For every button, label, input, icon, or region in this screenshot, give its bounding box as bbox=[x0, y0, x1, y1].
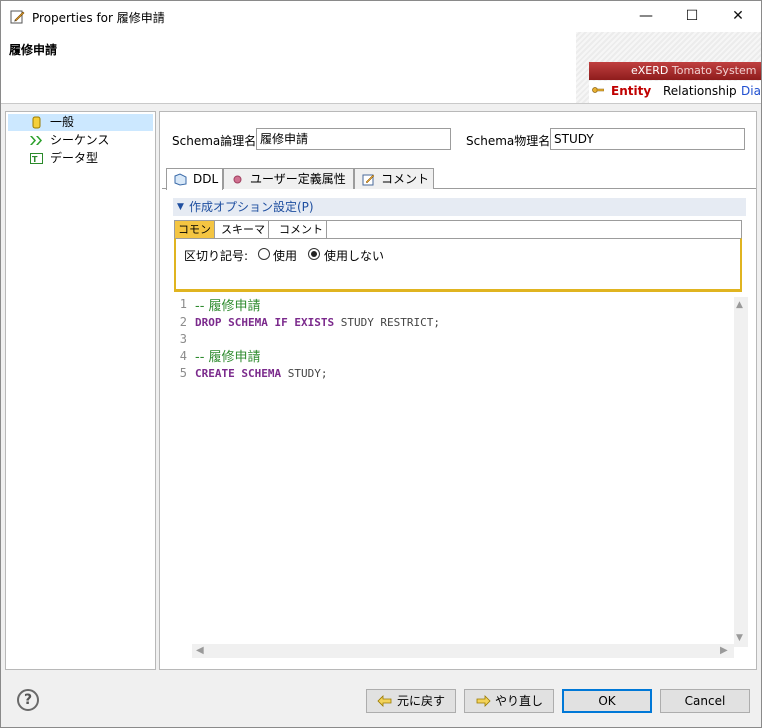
datatype-icon: T bbox=[30, 153, 43, 164]
redo-button[interactable]: やり直し bbox=[464, 689, 554, 713]
edit-properties-icon bbox=[10, 10, 25, 24]
ddl-comment: -- 履修申請 bbox=[195, 299, 261, 314]
subtab-comment[interactable]: コメント bbox=[276, 221, 327, 238]
svg-text:T: T bbox=[32, 155, 38, 164]
ddl-editor[interactable]: 1 -- 履修申請 2 DROP SCHEMA IF EXISTS STUDY … bbox=[162, 297, 756, 663]
ddl-comment: -- 履修申請 bbox=[195, 350, 261, 365]
sequence-icon bbox=[30, 136, 42, 145]
nav-entity[interactable]: Entity bbox=[611, 84, 651, 98]
scroll-right-icon[interactable]: ▶ bbox=[720, 644, 728, 658]
editor-nav: Entity Relationship Diag bbox=[589, 81, 761, 103]
line-number: 1 bbox=[179, 297, 187, 311]
window-title: Properties for 履修申請 bbox=[32, 11, 165, 25]
tree-item-label: 一般 bbox=[50, 115, 75, 129]
entity-title: 履修申請 bbox=[9, 43, 58, 57]
tree-item-label: データ型 bbox=[50, 151, 99, 165]
radio-no-use-label[interactable]: 使用しない bbox=[324, 247, 384, 264]
scroll-up-icon[interactable]: ▲ bbox=[736, 300, 743, 310]
tree-item-sequence[interactable]: シーケンス bbox=[8, 132, 153, 149]
scroll-down-icon[interactable]: ▼ bbox=[736, 633, 743, 643]
line-number: 4 bbox=[179, 349, 187, 363]
line-number: 2 bbox=[179, 315, 187, 329]
nav-relationship[interactable]: Relationship bbox=[663, 84, 737, 98]
tab-label: DDL bbox=[193, 172, 219, 186]
property-tree: 一般 シーケンス T データ型 bbox=[5, 111, 156, 670]
tab-comment[interactable]: コメント bbox=[354, 168, 434, 189]
ddl-icon bbox=[174, 173, 187, 186]
schema-physical-label: Schema物理名 bbox=[466, 134, 551, 148]
brand-tagline: Tomato System bbox=[671, 64, 757, 77]
ddl-text: STUDY RESTRICT; bbox=[334, 316, 441, 329]
ddl-statement: DROP SCHEMA IF EXISTS STUDY RESTRICT; bbox=[195, 315, 440, 329]
title-bar: Properties for 履修申請 — ☐ ✕ bbox=[1, 1, 761, 32]
dot-icon bbox=[233, 175, 242, 184]
minimize-button[interactable]: — bbox=[623, 1, 669, 32]
tab-ddl[interactable]: DDL bbox=[166, 168, 223, 190]
subtab-schema[interactable]: スキーマ bbox=[218, 221, 269, 238]
ddl-text: STUDY; bbox=[281, 367, 328, 380]
undo-label: 元に戻す bbox=[396, 694, 445, 708]
undo-icon bbox=[377, 694, 392, 707]
radio-no-use[interactable] bbox=[308, 248, 320, 260]
section-title: 作成オプション設定(P) bbox=[189, 200, 314, 214]
tab-user-attributes[interactable]: ユーザー定義属性 bbox=[223, 168, 354, 189]
tree-item-general[interactable]: 一般 bbox=[8, 114, 153, 131]
ddl-keyword: CREATE SCHEMA bbox=[195, 367, 282, 380]
line-number: 3 bbox=[179, 332, 187, 346]
properties-dialog: Properties for 履修申請 — ☐ ✕ 履修申請 eXERD Tom… bbox=[0, 0, 762, 728]
cancel-button[interactable]: Cancel bbox=[660, 689, 750, 713]
subtab-common[interactable]: コモン bbox=[175, 221, 215, 238]
option-subtabs: コモン スキーマ コメント bbox=[174, 220, 742, 238]
close-button[interactable]: ✕ bbox=[715, 1, 761, 32]
ddl-statement: CREATE SCHEMA STUDY; bbox=[195, 366, 327, 380]
tab-label: コメント bbox=[381, 172, 430, 186]
delimiter-label: 区切り記号: bbox=[184, 249, 249, 263]
vertical-scrollbar[interactable]: ▲ ▼ bbox=[734, 297, 748, 647]
tab-label: ユーザー定義属性 bbox=[250, 172, 346, 186]
key-icon bbox=[592, 87, 604, 93]
help-button[interactable]: ? bbox=[17, 689, 39, 711]
nav-diagram[interactable]: Diag bbox=[741, 84, 761, 98]
horizontal-scrollbar[interactable]: ◀ ▶ bbox=[192, 644, 734, 658]
tree-item-datatype[interactable]: T データ型 bbox=[8, 150, 153, 167]
properties-panel: Schema論理名 履修申請 Schema物理名 STUDY DDL ユーザー定… bbox=[159, 111, 757, 670]
redo-label: やり直し bbox=[494, 694, 543, 708]
brand-name: eXERD bbox=[631, 64, 669, 77]
scroll-left-icon[interactable]: ◀ bbox=[196, 644, 204, 658]
redo-icon bbox=[476, 694, 491, 707]
radio-use[interactable] bbox=[258, 248, 270, 260]
undo-button[interactable]: 元に戻す bbox=[366, 689, 456, 713]
schema-logical-label: Schema論理名 bbox=[172, 134, 257, 148]
common-options-panel: 区切り記号: 使用 使用しない bbox=[174, 238, 742, 292]
comment-icon bbox=[362, 174, 375, 186]
schema-physical-input[interactable]: STUDY bbox=[550, 128, 745, 150]
brand-bar: eXERD Tomato System bbox=[589, 62, 761, 80]
ok-button[interactable]: OK bbox=[562, 689, 652, 713]
radio-use-label[interactable]: 使用 bbox=[273, 247, 297, 264]
tree-item-label: シーケンス bbox=[50, 133, 110, 147]
create-options-header[interactable]: ▼ 作成オプション設定(P) bbox=[173, 198, 746, 216]
header-banner: 履修申請 eXERD Tomato System Entity Relation… bbox=[1, 32, 761, 104]
line-number: 5 bbox=[179, 366, 187, 380]
database-icon bbox=[32, 116, 41, 129]
chevron-down-icon: ▼ bbox=[177, 202, 184, 212]
schema-logical-input[interactable]: 履修申請 bbox=[256, 128, 451, 150]
maximize-button[interactable]: ☐ bbox=[669, 1, 715, 32]
ddl-keyword: DROP SCHEMA IF EXISTS bbox=[195, 316, 335, 329]
tab-strip: DDL ユーザー定義属性 コメント bbox=[162, 168, 756, 190]
